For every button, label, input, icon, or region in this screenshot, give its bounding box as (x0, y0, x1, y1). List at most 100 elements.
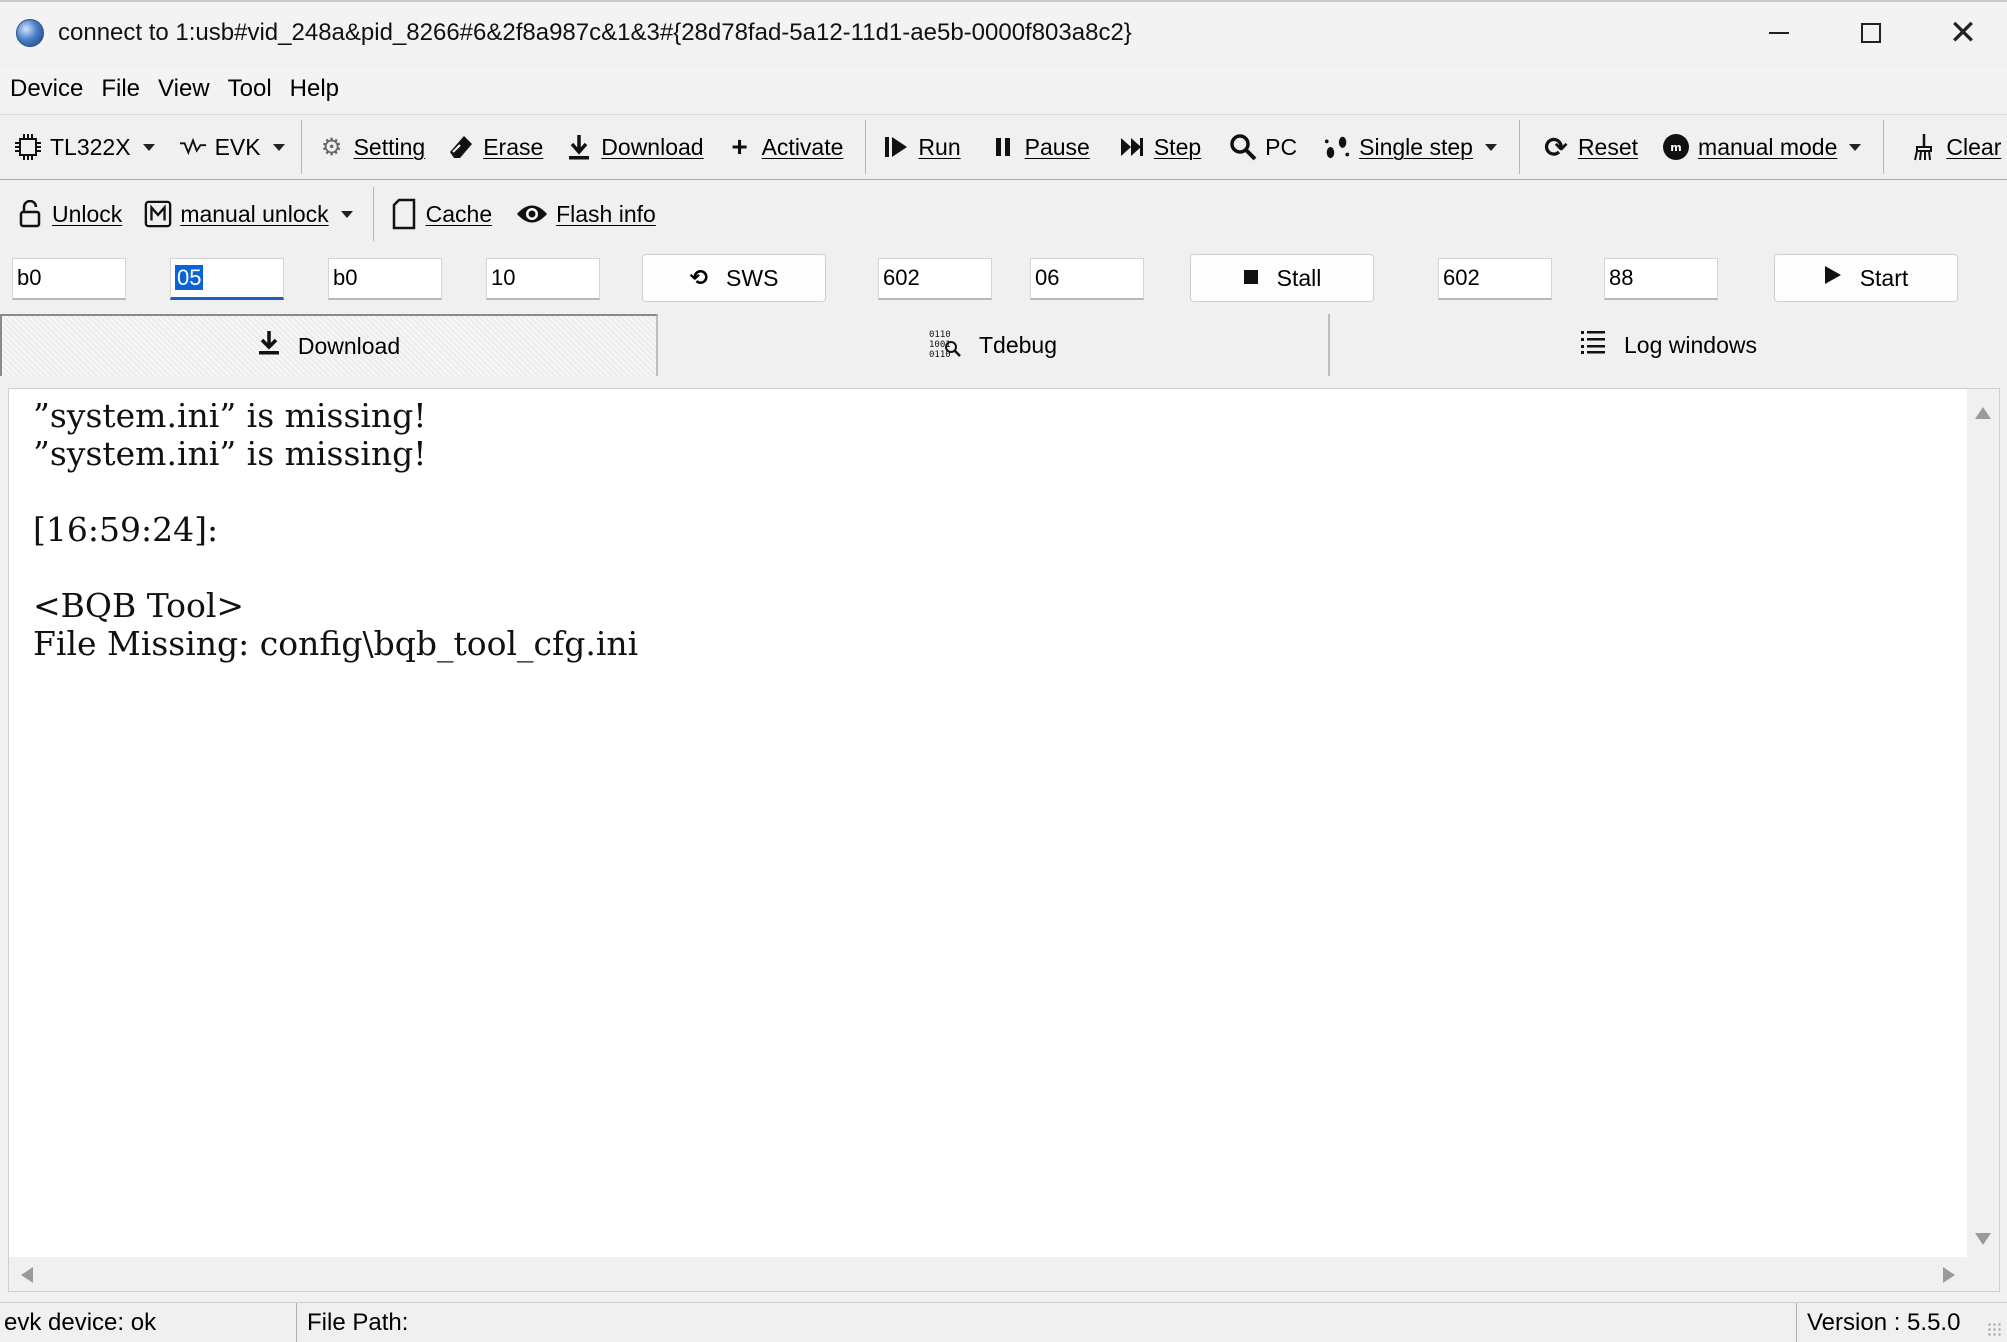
svg-text:0110: 0110 (929, 330, 951, 340)
cache-button[interactable]: Cache (386, 192, 496, 236)
log-line: <BQB Tool> (33, 586, 245, 625)
erase-button[interactable]: Erase (443, 125, 547, 169)
tab-log-windows-label: Log windows (1624, 331, 1757, 358)
stall-button[interactable]: Stall (1190, 254, 1374, 302)
manual-mode-label: manual mode (1698, 133, 1838, 160)
pause-button[interactable]: Pause (985, 125, 1094, 169)
activate-button[interactable]: + Activate (722, 125, 848, 169)
unlock-icon (16, 200, 44, 228)
single-step-dropdown[interactable]: Single step (1319, 125, 1501, 169)
stop-square-icon (1243, 265, 1259, 291)
vertical-scrollbar[interactable] (1967, 389, 1999, 1259)
scroll-left-icon[interactable] (21, 1267, 33, 1283)
window-title: connect to 1:usb#vid_248a&pid_8266#6&2f8… (58, 19, 1132, 46)
unlock-button[interactable]: Unlock (12, 192, 126, 236)
toolbar-separator (1883, 120, 1885, 174)
download-arrow-icon (565, 133, 593, 161)
download-button[interactable]: Download (561, 125, 707, 169)
stall-value-field[interactable]: 06 (1030, 258, 1144, 300)
menu-bar: Device File View Tool Help (0, 66, 2007, 112)
maximize-icon (1861, 23, 1881, 43)
chip-select-dropdown[interactable]: TL322X (10, 125, 159, 169)
close-button[interactable]: ✕ (1917, 2, 2007, 64)
refresh-icon: ⟳ (1544, 131, 1568, 163)
step-label: Step (1153, 133, 1202, 160)
stall-label: Stall (1276, 264, 1322, 291)
start-button[interactable]: Start (1774, 254, 1958, 302)
scrollbar-corner (1965, 1257, 1999, 1291)
field-value: 602 (883, 265, 920, 290)
field-value: 10 (491, 265, 516, 290)
scroll-down-icon[interactable] (1975, 1233, 1991, 1245)
menu-view[interactable]: View (148, 75, 218, 103)
stall-addr-field[interactable]: 602 (878, 258, 992, 300)
menu-help[interactable]: Help (280, 75, 347, 103)
main-toolbar: TL322X EVK ⚙ Setting Erase Download + Ac… (0, 114, 2007, 180)
start-label: Start (1859, 264, 1909, 291)
start-value-field[interactable]: 88 (1604, 258, 1718, 300)
setting-button[interactable]: ⚙ Setting (314, 125, 430, 169)
toolbar-separator (865, 120, 867, 174)
reset-label: Reset (1577, 133, 1639, 160)
menu-file[interactable]: File (91, 75, 148, 103)
tab-log-windows[interactable]: Log windows (1330, 314, 2007, 376)
evk-select-dropdown[interactable]: EVK (175, 125, 289, 169)
menu-tool[interactable]: Tool (218, 75, 280, 103)
pause-icon (989, 133, 1017, 161)
clear-button[interactable]: Clear (1906, 125, 2005, 169)
sws-addr-field-1[interactable]: b0 (12, 258, 126, 300)
chevron-down-icon (1484, 143, 1497, 151)
manual-mode-dropdown[interactable]: m manual mode (1658, 125, 1865, 169)
scroll-right-icon[interactable] (1943, 1267, 1955, 1283)
run-button[interactable]: Run (878, 125, 964, 169)
minimize-button[interactable] (1733, 2, 1825, 64)
globe-icon (16, 19, 44, 47)
sws-value-field[interactable]: 10 (486, 258, 600, 300)
sws-addr-field-2[interactable]: 05 (170, 258, 284, 300)
step-button[interactable]: Step (1114, 125, 1205, 169)
list-icon (1580, 329, 1606, 362)
search-icon (1229, 133, 1257, 161)
tab-download[interactable]: Download (0, 314, 658, 376)
gear-icon: ⚙ (320, 133, 343, 161)
manual-unlock-dropdown[interactable]: manual unlock (140, 192, 356, 236)
tab-tdebug[interactable]: 0110 1001 0110 Tdebug (658, 314, 1330, 376)
run-label: Run (918, 133, 961, 160)
maximize-button[interactable] (1825, 2, 1917, 64)
version-status: Version : 5.5.0 (1796, 1303, 1996, 1342)
horizontal-scrollbar[interactable] (9, 1257, 1967, 1291)
m-box-icon (144, 200, 172, 228)
footprints-icon (1323, 133, 1351, 161)
chevron-down-icon (272, 143, 285, 151)
field-value: 88 (1609, 265, 1634, 290)
start-addr-field[interactable]: 602 (1438, 258, 1552, 300)
sws-addr-field-3[interactable]: b0 (328, 258, 442, 300)
manual-unlock-label: manual unlock (180, 200, 329, 227)
reset-button[interactable]: ⟳ Reset (1538, 125, 1642, 169)
toolbar-separator (300, 120, 302, 174)
svg-text:m: m (1670, 141, 1681, 154)
flash-info-button[interactable]: Flash info (512, 192, 660, 236)
log-output-area[interactable]: ”system.ini” is missing! ”system.ini” is … (8, 388, 2000, 1292)
log-line: File Missing: config\bqb_tool_cfg.ini (33, 624, 639, 663)
scroll-up-icon[interactable] (1975, 407, 1991, 419)
sws-button[interactable]: ⟲ SWS (642, 254, 826, 302)
pc-label: PC (1265, 133, 1298, 160)
evk-label: EVK (214, 133, 261, 160)
eraser-icon (447, 133, 475, 161)
sync-icon: ⟲ (689, 265, 709, 290)
chevron-down-icon (142, 143, 155, 151)
mode-icon: m (1662, 133, 1690, 161)
field-value: 602 (1443, 265, 1480, 290)
resize-grip-icon[interactable] (1987, 1322, 2003, 1338)
step-icon (1118, 133, 1146, 161)
field-value: b0 (333, 265, 358, 290)
toolbar-separator (372, 187, 374, 241)
single-step-label: Single step (1359, 133, 1473, 160)
title-bar: connect to 1:usb#vid_248a&pid_8266#6&2f8… (0, 0, 2007, 64)
pc-button[interactable]: PC (1225, 125, 1301, 169)
chevron-down-icon (1849, 143, 1862, 151)
menu-device[interactable]: Device (0, 75, 91, 103)
binary-icon: 0110 1001 0110 (929, 327, 961, 364)
minimize-icon (1769, 32, 1789, 34)
